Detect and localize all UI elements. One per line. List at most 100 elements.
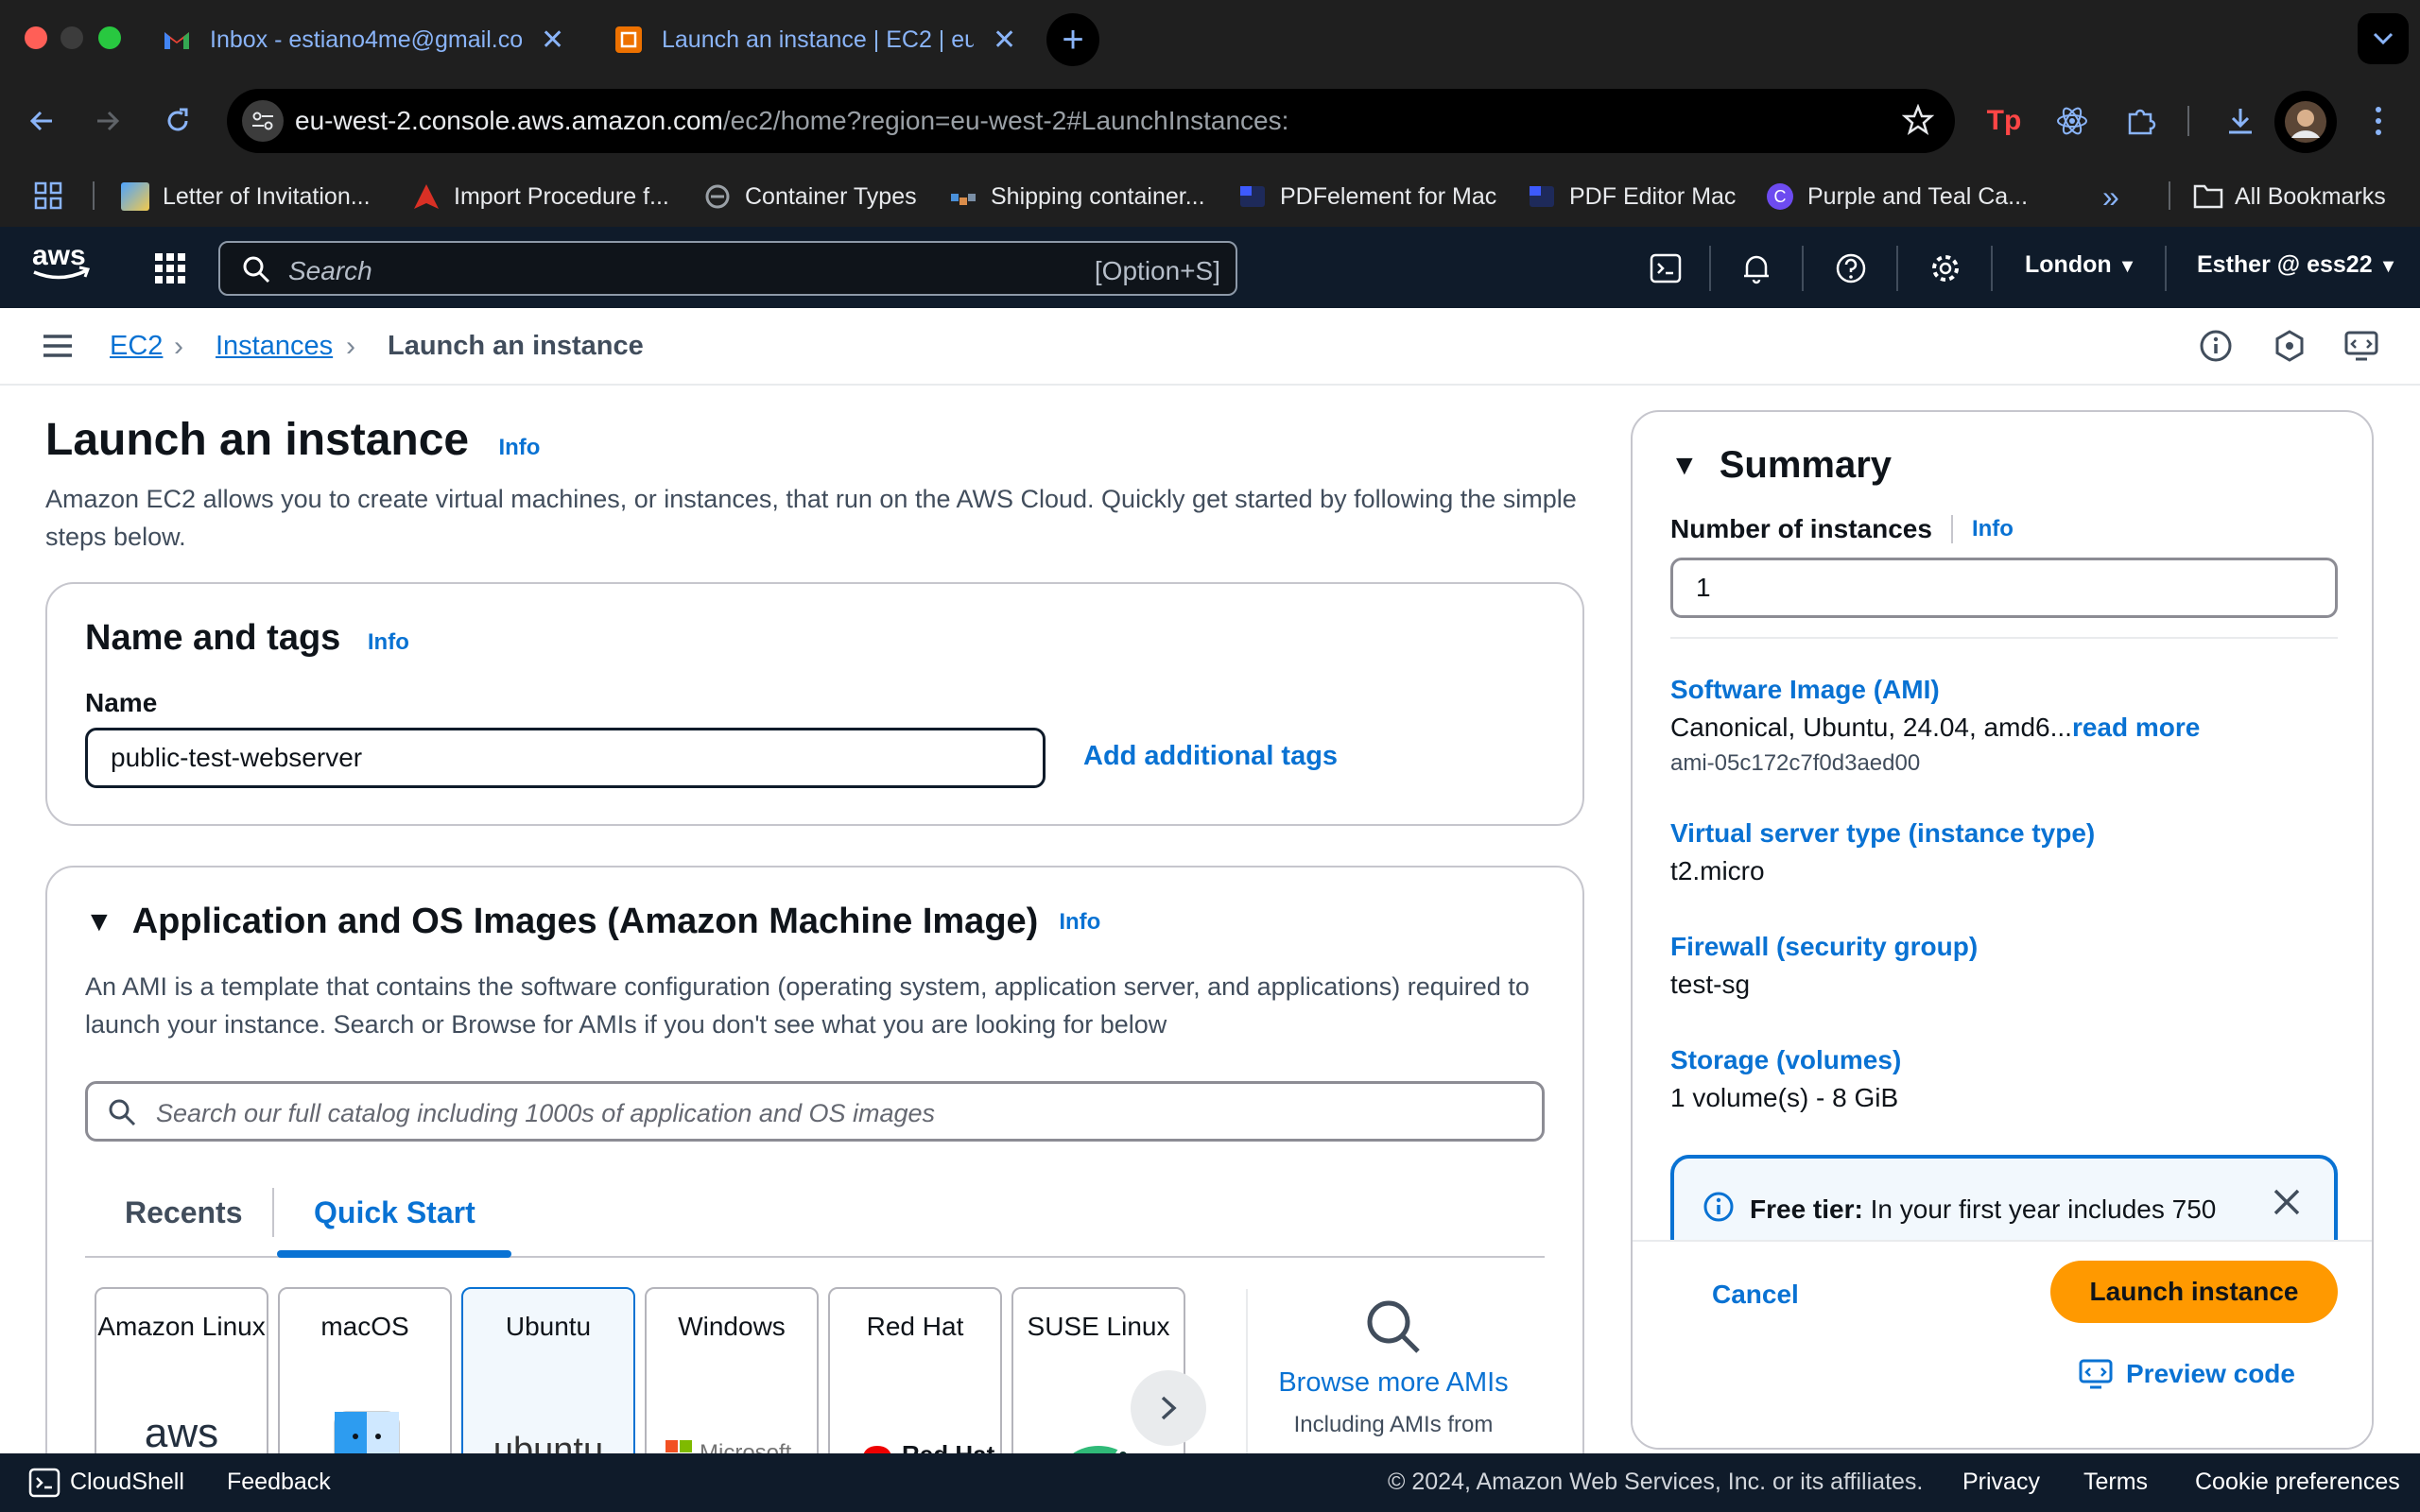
browse-more-amis-link[interactable]: Browse more AMIs [1267,1367,1520,1399]
name-tags-info-link[interactable]: Info [368,629,409,655]
close-tab-icon[interactable]: ✕ [541,24,564,57]
firewall-value: test-sg [1670,970,1751,999]
url-path: /ec2/home?region=eu-west-2#LaunchInstanc… [722,106,1289,135]
all-bookmarks-button[interactable]: All Bookmarks [2193,178,2386,215]
browser-menu-icon[interactable] [2356,98,2401,144]
bookmark-item[interactable]: Import Procedure f... [412,178,669,215]
bookmark-item[interactable]: Letter of Invitation... [121,178,371,215]
ami-info-link[interactable]: Info [1059,909,1100,936]
cloudshell-footer-icon[interactable] [28,1467,60,1503]
close-window-button[interactable] [25,26,47,49]
address-bar[interactable]: eu-west-2.console.aws.amazon.com/ec2/hom… [227,89,1955,153]
services-grid-icon[interactable] [149,248,191,289]
bookmarks-overflow-button[interactable]: » [2102,178,2119,215]
bookmark-label: PDF Editor Mac [1569,182,1737,210]
magnifier-icon [1363,1297,1424,1362]
ami-summary-link[interactable]: Software Image (AMI) [1670,675,1940,705]
profile-avatar[interactable] [2274,91,2337,153]
maximize-window-button[interactable] [98,26,121,49]
title-info-link[interactable]: Info [498,435,540,460]
copyright-text: © 2024, Amazon Web Services, Inc. or its… [1388,1469,1924,1495]
extensions-puzzle-icon[interactable] [2118,98,2163,144]
settings-gear-icon[interactable] [1925,248,1966,289]
browse-divider [1246,1289,1248,1459]
aws-search-input[interactable]: Search [Option+S] [218,241,1237,296]
browse-more-amis[interactable]: Browse more AMIs Including AMIs from [1267,1297,1520,1438]
back-icon[interactable] [19,98,64,144]
apps-grid-icon[interactable] [34,181,62,215]
bookmark-star-icon[interactable] [1901,103,1935,141]
side-nav-menu-icon[interactable] [42,333,74,364]
bookmark-item[interactable]: Container Types [703,178,917,215]
bookmark-item[interactable]: PDFelement for Mac [1238,178,1496,215]
name-and-tags-card: Name and tags Info Name Add additional t… [45,582,1584,826]
firewall-link[interactable]: Firewall (security group) [1670,932,1978,962]
info-panel-icon[interactable] [2199,329,2233,368]
storage-link[interactable]: Storage (volumes) [1670,1045,1901,1075]
ami-heading[interactable]: ▼ Application and OS Images (Amazon Mach… [85,902,1100,942]
os-tiles-next-button[interactable] [1131,1370,1206,1446]
reload-icon[interactable] [155,98,200,144]
cookie-preferences-link[interactable]: Cookie preferences [2195,1469,2400,1496]
browser-tab-gmail[interactable]: Inbox - estiano4me@gmail.com ✕ [142,11,586,68]
tab-quick-start[interactable]: Quick Start [314,1195,475,1230]
url-host: eu-west-2.console.aws.amazon.com [295,106,723,135]
cancel-button[interactable]: Cancel [1712,1280,1799,1310]
launch-instance-button[interactable]: Launch instance [2050,1261,2338,1323]
number-of-instances-input[interactable] [1670,558,2338,618]
add-additional-tags-link[interactable]: Add additional tags [1083,741,1338,772]
privacy-link[interactable]: Privacy [1962,1469,2040,1496]
react-devtools-icon[interactable] [2049,98,2095,144]
tab-divider [272,1188,274,1237]
tp-extension-icon[interactable]: Tp [1981,98,2027,144]
toolbar-divider [2187,106,2189,136]
site-settings-icon[interactable] [242,100,284,142]
free-tier-message: In your first year includes 750 [1870,1194,2217,1224]
os-tile-label: Amazon Linux [97,1312,266,1341]
ami-search-input[interactable]: Search our full catalog including 1000s … [85,1081,1545,1142]
aws-logo[interactable]: aws [30,238,93,288]
new-tab-button[interactable]: + [1046,13,1099,66]
read-more-link[interactable]: read more [2072,713,2200,742]
collapse-triangle-icon[interactable]: ▼ [1670,450,1699,482]
label-divider [1950,515,1953,543]
chevron-right-icon: › [346,331,355,362]
instances-info-link[interactable]: Info [1972,516,2014,542]
preview-code-link[interactable]: Preview code [2079,1357,2295,1391]
breadcrumb-instances[interactable]: Instances [216,331,333,362]
bookmark-item[interactable]: C Purple and Teal Ca... [1766,178,2028,215]
os-tile-label: Windows [678,1312,786,1341]
search-icon [107,1097,137,1132]
downloads-icon[interactable] [2218,98,2263,144]
region-selector[interactable]: London ▼ [2025,251,2136,279]
tab-recents[interactable]: Recents [125,1195,243,1230]
code-preview-icon[interactable] [2344,329,2378,368]
forward-icon[interactable] [85,98,130,144]
help-icon[interactable] [1830,248,1872,289]
minimize-window-button[interactable] [60,26,83,49]
feedback-link[interactable]: Feedback [227,1469,331,1496]
notifications-bell-icon[interactable] [1736,248,1777,289]
summary-heading[interactable]: ▼ Summary [1670,444,1892,487]
page-title: Launch an instance Info [45,414,540,466]
tab-title: Inbox - estiano4me@gmail.com [210,26,522,53]
bookmark-label: Letter of Invitation... [163,182,371,210]
bookmark-item[interactable]: PDF Editor Mac [1528,178,1736,215]
tab-search-button[interactable] [2358,13,2409,64]
pdfelement-bookmark-icon [1238,182,1267,211]
cloudshell-icon[interactable] [1645,248,1686,289]
bookmark-item[interactable]: Shipping container... [949,178,1205,215]
instance-type-link[interactable]: Virtual server type (instance type) [1670,818,2095,849]
security-hexagon-icon[interactable] [2273,329,2307,368]
instance-name-input[interactable] [85,728,1046,788]
browser-tab-ec2[interactable]: Launch an instance | EC2 | eu-west-2 ✕ [594,11,1038,68]
close-tab-icon[interactable]: ✕ [993,24,1016,57]
region-label: London [2025,251,2112,278]
terms-link[interactable]: Terms [2083,1469,2148,1496]
cloudshell-link[interactable]: CloudShell [70,1469,184,1496]
bookmark-label: Shipping container... [991,182,1205,210]
account-menu[interactable]: Esther @ ess22 ▼ [2197,251,2397,279]
breadcrumb-ec2[interactable]: EC2 [110,331,163,362]
dismiss-alert-icon[interactable] [2272,1187,2302,1222]
collapse-triangle-icon[interactable]: ▼ [85,906,113,938]
